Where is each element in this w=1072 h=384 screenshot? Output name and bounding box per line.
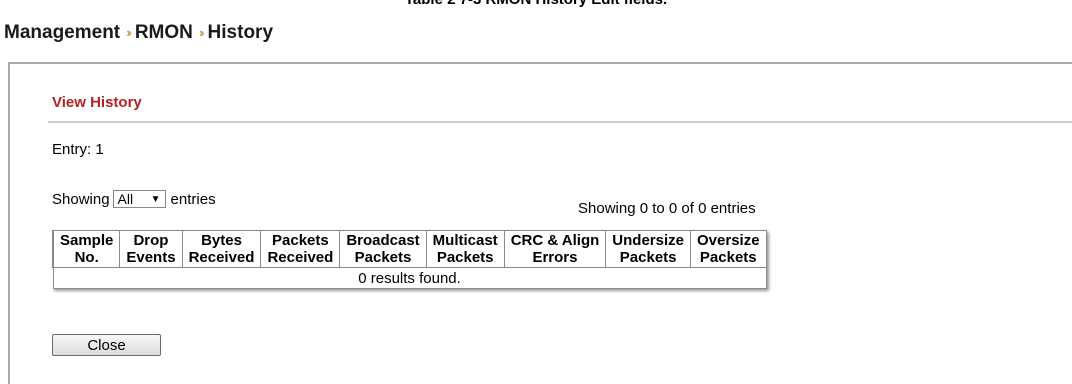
dropdown-arrow-icon: ▼ — [150, 193, 161, 205]
column-header-undersize-packets[interactable]: Undersize Packets — [605, 230, 691, 268]
column-header-broadcast-packets[interactable]: Broadcast Packets — [339, 230, 427, 268]
showing-prefix: Showing — [52, 190, 110, 208]
entry-value: 1 — [95, 141, 104, 158]
column-header-oversize-packets[interactable]: Oversize Packets — [690, 230, 767, 268]
column-header-multicast-packets[interactable]: Multicast Packets — [425, 230, 505, 268]
entries-select-value: All — [117, 191, 134, 207]
column-header-crc-align-errors[interactable]: CRC & Align Errors — [503, 230, 607, 268]
table-row: 0 results found. — [52, 267, 767, 289]
showing-suffix: entries — [170, 190, 216, 208]
column-header-sample-no[interactable]: Sample No. — [52, 230, 121, 268]
document-caption: Table 2 7-3 RMON History Edit fields. — [0, 0, 1072, 8]
table-header-row: Sample No. Drop Events Bytes Received Packe… — [52, 230, 767, 268]
section-title: View History — [52, 94, 142, 111]
content-frame — [8, 62, 1072, 384]
column-header-bytes-received[interactable]: Bytes Received — [181, 230, 262, 268]
history-table: Sample No. Drop Events Bytes Received Packe… — [52, 230, 767, 289]
empty-results-message: 0 results found. — [52, 267, 767, 289]
breadcrumb-separator-icon: ›› — [126, 25, 131, 40]
breadcrumb: Management ›› RMON ›› History — [4, 22, 273, 44]
entries-summary: Showing 0 to 0 of 0 entries — [578, 200, 756, 217]
entries-per-page: Showing All ▼ entries — [52, 190, 216, 208]
entry-info: Entry: 1 — [52, 141, 104, 158]
breadcrumb-rmon[interactable]: RMON — [135, 22, 193, 43]
breadcrumb-separator-icon: ›› — [198, 25, 204, 40]
section-divider — [48, 121, 1072, 123]
close-button[interactable]: Close — [52, 334, 161, 356]
breadcrumb-management[interactable]: Management — [4, 22, 120, 43]
column-header-drop-events[interactable]: Drop Events — [119, 230, 183, 268]
column-header-packets-received[interactable]: Packets Received — [260, 230, 341, 268]
breadcrumb-history: History — [207, 22, 274, 43]
entries-select[interactable]: All ▼ — [112, 190, 166, 208]
entry-label: Entry: — [52, 141, 92, 158]
